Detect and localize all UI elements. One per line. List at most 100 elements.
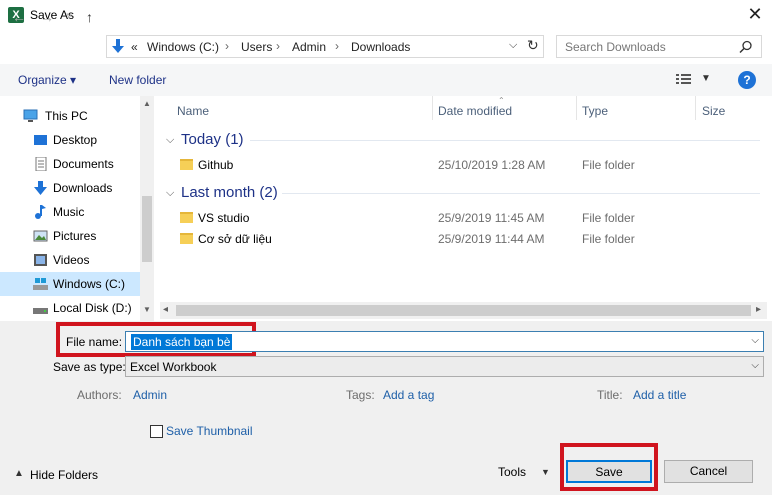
column-divider[interactable]: [576, 96, 577, 120]
pictures-icon: [33, 230, 48, 242]
hide-folders-button[interactable]: Hide Folders: [30, 468, 98, 482]
chevron-down-icon[interactable]: ▼: [701, 73, 711, 84]
group-header-today[interactable]: Today (1): [181, 131, 244, 148]
address-segment-admin[interactable]: Admin: [292, 40, 326, 54]
pc-icon: [23, 109, 38, 122]
tools-button[interactable]: Tools: [498, 465, 526, 479]
download-icon: [112, 39, 124, 53]
scroll-right-icon[interactable]: ▸: [756, 304, 761, 315]
sidebar-item-label: Documents: [53, 157, 114, 171]
drive-icon: [33, 278, 48, 290]
address-segment-downloads[interactable]: Downloads: [351, 40, 410, 54]
chevron-up-icon[interactable]: ▲: [14, 468, 24, 479]
file-date: 25/9/2019 11:45 AM: [438, 211, 545, 225]
sidebar-item-documents[interactable]: Documents: [0, 152, 140, 176]
view-options-icon[interactable]: [676, 73, 692, 85]
chevron-down-icon[interactable]: ▼: [541, 467, 550, 477]
collapse-group-icon[interactable]: ⌵: [166, 187, 174, 200]
chevron-down-icon[interactable]: ⌵: [509, 39, 517, 52]
file-list-scroll-thumb[interactable]: [176, 305, 751, 316]
cancel-button[interactable]: Cancel: [664, 460, 753, 483]
chevron-down-icon[interactable]: ⌵: [751, 335, 759, 346]
file-name-label: File name:: [66, 335, 123, 349]
up-button[interactable]: ↑: [86, 9, 93, 25]
music-icon: [35, 205, 46, 219]
sidebar-item-label: Downloads: [53, 181, 113, 195]
new-folder-button[interactable]: New folder: [109, 73, 166, 87]
group-header-last-month[interactable]: Last month (2): [181, 184, 278, 201]
sidebar-item-videos[interactable]: Videos: [0, 248, 140, 272]
folder-icon: [180, 233, 193, 244]
back-button[interactable]: ←: [12, 9, 26, 25]
save-type-label: Save as type:: [53, 360, 126, 374]
sidebar-scroll-thumb[interactable]: [142, 196, 152, 262]
file-name-field[interactable]: Danh sách bạn bè ⌵: [125, 331, 764, 352]
sidebar-item-local-disk-d[interactable]: Local Disk (D:): [0, 296, 140, 320]
sidebar-item-downloads[interactable]: Downloads: [0, 176, 140, 200]
sidebar-item-label: Music: [53, 205, 85, 219]
sidebar-item-label: Local Disk (D:): [53, 301, 132, 315]
refresh-icon[interactable]: ↻: [527, 37, 539, 54]
sidebar-item-pictures[interactable]: Pictures: [0, 224, 140, 248]
organize-button[interactable]: Organize ▾: [18, 73, 76, 87]
sidebar-item-windows-c[interactable]: Windows (C:): [0, 272, 140, 296]
authors-label: Authors:: [77, 388, 122, 402]
scroll-left-icon[interactable]: ◂: [163, 304, 168, 315]
videos-icon: [34, 254, 47, 266]
search-icon[interactable]: [739, 40, 753, 54]
address-segment-drive[interactable]: Windows (C:): [147, 40, 219, 54]
chevron-right-icon[interactable]: ›: [276, 39, 280, 53]
title-value[interactable]: Add a title: [633, 388, 686, 402]
file-type: File folder: [582, 232, 635, 246]
tags-value[interactable]: Add a tag: [383, 388, 434, 402]
file-name: Github: [198, 158, 234, 172]
file-name: Cơ sở dữ liệu: [198, 232, 272, 246]
sidebar-item-desktop[interactable]: Desktop: [0, 128, 140, 152]
chevron-right-icon[interactable]: ›: [335, 39, 339, 53]
search-box[interactable]: [556, 35, 762, 58]
address-segment-users[interactable]: Users: [241, 40, 272, 54]
documents-icon: [35, 157, 47, 171]
save-type-select[interactable]: Excel Workbook ⌵: [125, 356, 764, 377]
authors-value[interactable]: Admin: [133, 388, 167, 402]
collapse-group-icon[interactable]: ⌵: [166, 134, 174, 147]
column-divider[interactable]: [695, 96, 696, 120]
help-icon[interactable]: ?: [738, 71, 756, 89]
file-date: 25/10/2019 1:28 AM: [438, 158, 546, 172]
scroll-down-icon[interactable]: ▼: [143, 305, 151, 314]
column-type[interactable]: Type: [582, 104, 608, 118]
save-thumbnail-checkbox[interactable]: [150, 425, 163, 438]
file-row[interactable]: Github 25/10/2019 1:28 AM File folder: [160, 155, 760, 175]
chevron-down-icon[interactable]: ⌵: [751, 360, 759, 371]
save-thumbnail-label[interactable]: Save Thumbnail: [166, 424, 253, 438]
recent-locations-button[interactable]: ˅: [66, 11, 72, 23]
file-type: File folder: [582, 158, 635, 172]
desktop-icon: [34, 135, 47, 145]
save-button[interactable]: Save: [566, 460, 652, 483]
file-row[interactable]: Cơ sở dữ liệu 25/9/2019 11:44 AM File fo…: [160, 229, 760, 249]
sidebar-item-label: This PC: [45, 109, 88, 123]
chevron-right-icon[interactable]: ›: [225, 39, 229, 53]
close-icon[interactable]: ✕: [744, 3, 766, 25]
forward-button[interactable]: →: [40, 9, 54, 25]
column-name[interactable]: Name: [177, 104, 209, 118]
sidebar-item-label: Windows (C:): [53, 277, 126, 291]
title-label: Title:: [597, 388, 623, 402]
column-date-modified[interactable]: Date modified: [438, 104, 512, 118]
search-input[interactable]: [557, 36, 737, 57]
sidebar-item-label: Desktop: [53, 133, 98, 147]
address-overflow[interactable]: «: [131, 40, 138, 54]
file-row[interactable]: VS studio 25/9/2019 11:45 AM File folder: [160, 208, 760, 228]
column-divider[interactable]: [432, 96, 433, 120]
sidebar-item-this-pc[interactable]: This PC: [0, 104, 140, 128]
folder-icon: [180, 212, 193, 223]
column-size[interactable]: Size: [702, 104, 725, 118]
file-name-value[interactable]: Danh sách bạn bè: [131, 334, 233, 350]
scroll-up-icon[interactable]: ▲: [143, 99, 151, 108]
sidebar-item-music[interactable]: Music: [0, 200, 140, 224]
sidebar-item-label: Pictures: [53, 229, 97, 243]
sidebar-item-label: Videos: [53, 253, 90, 267]
file-date: 25/9/2019 11:44 AM: [438, 232, 545, 246]
address-bar[interactable]: « Windows (C:) › Users › Admin › Downloa…: [106, 35, 544, 58]
save-type-value: Excel Workbook: [130, 360, 217, 374]
